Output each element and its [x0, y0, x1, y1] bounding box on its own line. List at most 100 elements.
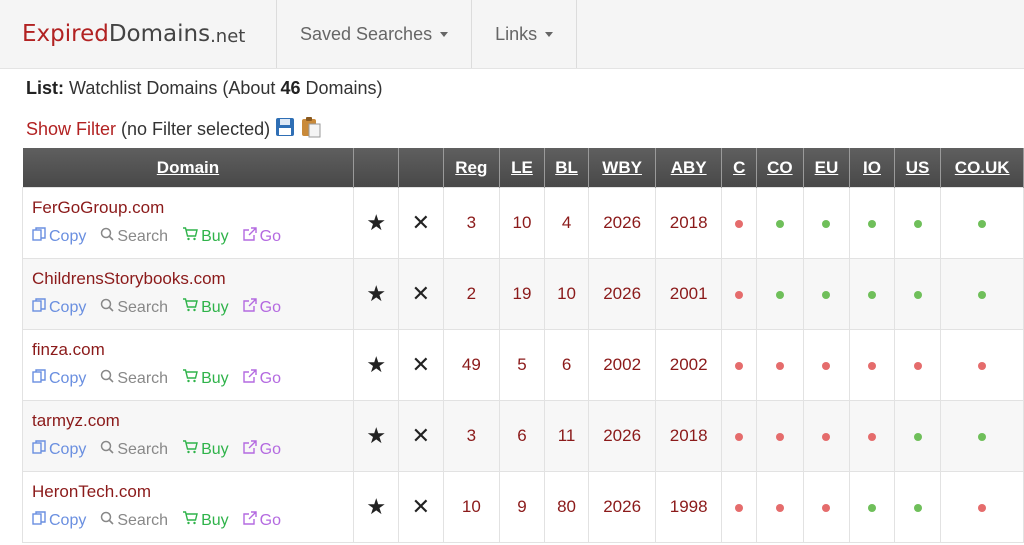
col-io[interactable]: IO — [849, 148, 895, 188]
go-action[interactable]: Go — [242, 227, 281, 246]
star-icon[interactable]: ★ — [366, 210, 386, 235]
filter-status: (no Filter selected) — [121, 119, 271, 139]
col-wby[interactable]: WBY — [588, 148, 656, 188]
site-logo[interactable]: Expired Domains .net — [0, 0, 277, 68]
taken-status-dot[interactable] — [735, 220, 744, 228]
taken-status-dot[interactable] — [775, 504, 784, 512]
buy-action[interactable]: Buy — [182, 511, 229, 530]
col-co-uk[interactable]: CO.UK — [940, 148, 1024, 188]
saved-searches-dropdown[interactable]: Saved Searches — [277, 0, 473, 68]
taken-status-dot[interactable] — [735, 291, 744, 299]
remove-icon[interactable]: ✕ — [412, 281, 430, 306]
taken-status-dot[interactable] — [978, 504, 987, 512]
status-cell-eu — [802, 471, 851, 543]
available-status-dot[interactable] — [913, 504, 922, 512]
col-domain[interactable]: Domain — [22, 148, 355, 188]
clipboard-icon[interactable] — [300, 116, 322, 143]
available-status-dot[interactable] — [868, 220, 877, 228]
available-status-dot[interactable] — [775, 220, 784, 228]
le-cell: 19 — [499, 258, 545, 330]
available-status-dot[interactable] — [868, 291, 877, 299]
taken-status-dot[interactable] — [822, 362, 831, 370]
available-status-dot[interactable] — [822, 291, 831, 299]
status-cell-co — [756, 329, 804, 401]
filter-line: Show Filter (no Filter selected) — [26, 116, 322, 143]
buy-action[interactable]: Buy — [182, 227, 229, 246]
remove-icon[interactable]: ✕ — [412, 494, 430, 519]
domain-name-link[interactable]: finza.com — [32, 340, 353, 360]
col-reg[interactable]: Reg — [443, 148, 501, 188]
copy-action[interactable]: Copy — [32, 369, 86, 388]
domain-table: Domain Reg LE BL WBY ABY C CO EU IO US C… — [21, 148, 1024, 543]
taken-status-dot[interactable] — [822, 433, 831, 441]
buy-action[interactable]: Buy — [182, 369, 229, 388]
col-le[interactable]: LE — [499, 148, 545, 188]
taken-status-dot[interactable] — [868, 362, 877, 370]
buy-action[interactable]: Buy — [182, 440, 229, 459]
available-status-dot[interactable] — [913, 433, 922, 441]
col-aby[interactable]: ABY — [655, 148, 723, 188]
available-status-dot[interactable] — [978, 220, 987, 228]
available-status-dot[interactable] — [822, 220, 831, 228]
wby-cell: 2026 — [588, 400, 656, 472]
col-co[interactable]: CO — [756, 148, 804, 188]
col-eu[interactable]: EU — [803, 148, 851, 188]
taken-status-dot[interactable] — [775, 433, 784, 441]
buy-action[interactable]: Buy — [182, 298, 229, 317]
show-filter-link[interactable]: Show Filter — [26, 119, 116, 140]
copy-action[interactable]: Copy — [32, 440, 86, 459]
table-row: tarmyz.com Copy Search Buy Go ★ ✕ 3 6 11 2026 2018 — [21, 400, 1024, 472]
domain-name-link[interactable]: HeronTech.com — [32, 482, 353, 502]
taken-status-dot[interactable] — [735, 362, 744, 370]
domain-name-link[interactable]: ChildrensStorybooks.com — [32, 269, 353, 289]
col-c[interactable]: C — [721, 148, 758, 188]
copy-action[interactable]: Copy — [32, 511, 86, 530]
copy-label: Copy — [49, 511, 87, 529]
search-action[interactable]: Search — [100, 369, 168, 388]
search-action[interactable]: Search — [100, 227, 168, 246]
domain-name-link[interactable]: tarmyz.com — [32, 411, 353, 431]
star-icon[interactable]: ★ — [366, 352, 386, 377]
search-action[interactable]: Search — [100, 440, 168, 459]
status-cell-c — [721, 187, 758, 259]
star-icon[interactable]: ★ — [366, 423, 386, 448]
cart-icon — [182, 298, 201, 317]
taken-status-dot[interactable] — [913, 362, 922, 370]
taken-status-dot[interactable] — [735, 504, 744, 512]
go-action[interactable]: Go — [242, 369, 281, 388]
search-action[interactable]: Search — [100, 298, 168, 317]
available-status-dot[interactable] — [978, 291, 987, 299]
star-icon[interactable]: ★ — [366, 281, 386, 306]
remove-cell: ✕ — [398, 329, 444, 401]
available-status-dot[interactable] — [913, 291, 922, 299]
go-action[interactable]: Go — [242, 298, 281, 317]
col-us[interactable]: US — [894, 148, 942, 188]
domain-name-link[interactable]: FerGoGroup.com — [32, 198, 353, 218]
copy-action[interactable]: Copy — [32, 227, 86, 246]
available-status-dot[interactable] — [913, 220, 922, 228]
taken-status-dot[interactable] — [978, 362, 987, 370]
copy-action[interactable]: Copy — [32, 298, 86, 317]
taken-status-dot[interactable] — [735, 433, 744, 441]
available-status-dot[interactable] — [978, 433, 987, 441]
go-action[interactable]: Go — [242, 440, 281, 459]
list-text-after: Domains) — [305, 78, 383, 98]
table-body: FerGoGroup.com Copy Search Buy Go ★ ✕ 3 10 4 2026 2… — [21, 187, 1024, 543]
go-action[interactable]: Go — [242, 511, 281, 530]
le-cell: 6 — [499, 400, 545, 472]
taken-status-dot[interactable] — [868, 433, 877, 441]
available-status-dot[interactable] — [868, 504, 877, 512]
remove-icon[interactable]: ✕ — [412, 352, 430, 377]
links-dropdown[interactable]: Links — [472, 0, 578, 68]
wby-cell: 2026 — [588, 471, 656, 543]
available-status-dot[interactable] — [775, 291, 784, 299]
remove-icon[interactable]: ✕ — [412, 210, 430, 235]
search-action[interactable]: Search — [100, 511, 168, 530]
status-cell-us — [893, 400, 942, 472]
star-icon[interactable]: ★ — [366, 494, 386, 519]
col-bl[interactable]: BL — [544, 148, 590, 188]
taken-status-dot[interactable] — [822, 504, 831, 512]
taken-status-dot[interactable] — [775, 362, 784, 370]
save-disk-icon[interactable] — [275, 117, 295, 142]
remove-icon[interactable]: ✕ — [412, 423, 430, 448]
